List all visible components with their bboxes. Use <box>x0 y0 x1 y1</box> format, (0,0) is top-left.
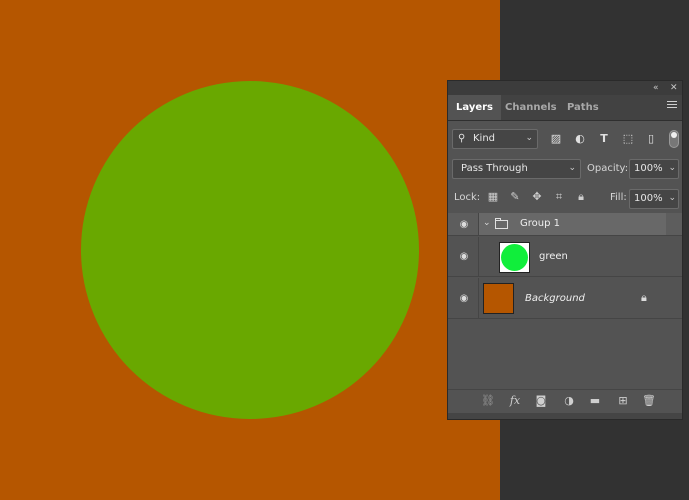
layer-row-background[interactable]: ◉ Background 🔒︎ <box>448 278 682 319</box>
chevron-down-icon[interactable]: ⌄ <box>668 163 676 173</box>
panel-bottom-edge <box>448 413 682 419</box>
visibility-cell[interactable]: ◉ <box>448 237 479 276</box>
chevron-down-icon[interactable]: ⌄ <box>668 193 676 203</box>
layer-row-green[interactable]: ◉ green <box>448 237 682 277</box>
smart-object-filter-icon[interactable]: ▯ <box>644 132 658 146</box>
blend-mode-select[interactable]: Pass Through ⌄ <box>452 159 581 179</box>
layers-bottom-toolbar: ⛓ fx ◙ ◑ ▬ ⊞ 🗑︎ <box>448 389 682 413</box>
tab-paths[interactable]: Paths <box>559 95 607 120</box>
filter-toggle[interactable] <box>669 130 679 148</box>
new-layer-icon[interactable]: ⊞ <box>616 394 630 408</box>
chevron-down-icon: ⌄ <box>568 163 576 173</box>
lock-artboard-icon[interactable]: ⌗ <box>552 190 566 204</box>
chevron-down-icon: ⌄ <box>525 133 533 143</box>
panel-titlebar[interactable]: « ✕ <box>448 81 682 95</box>
lock-icon[interactable]: 🔒︎ <box>641 291 647 305</box>
adjustment-layer-icon[interactable]: ◑ <box>562 394 576 408</box>
link-layers-icon[interactable]: ⛓ <box>481 394 495 408</box>
eye-icon[interactable]: ◉ <box>458 251 470 262</box>
shape-filter-icon[interactable]: ⬚ <box>621 132 635 146</box>
filter-kind-label: Kind <box>473 133 496 144</box>
opacity-label: Opacity: <box>587 163 629 174</box>
layer-list: ◉ ⌄ Group 1 ◉ green ◉ Background 🔒︎ <box>448 213 682 389</box>
green-circle-shape[interactable] <box>81 81 419 419</box>
double-chevron-icon[interactable]: « <box>653 82 659 94</box>
chevron-down-icon[interactable]: ⌄ <box>483 218 491 228</box>
fill-value: 100% <box>634 193 663 204</box>
trash-icon[interactable]: 🗑︎ <box>642 394 656 408</box>
panel-tabbar: Layers Channels Paths <box>448 95 682 121</box>
layer-row-group-1[interactable]: ◉ ⌄ Group 1 <box>448 213 682 236</box>
layer-thumbnail[interactable] <box>483 283 514 314</box>
fill-label: Fill: <box>610 192 627 203</box>
filter-row: ⚲ Kind ⌄ ▨ ◐ T ⬚ ▯ <box>448 129 682 151</box>
layer-name[interactable]: Background <box>525 293 585 304</box>
search-icon: ⚲ <box>458 133 466 144</box>
visibility-cell[interactable]: ◉ <box>448 213 479 235</box>
hamburger-menu-icon[interactable] <box>667 101 677 110</box>
layer-name[interactable]: green <box>539 251 568 262</box>
blend-mode-value: Pass Through <box>461 163 528 174</box>
fill-field[interactable]: 100% ⌄ <box>629 189 679 209</box>
close-icon[interactable]: ✕ <box>670 82 678 94</box>
lock-label: Lock: <box>454 192 481 203</box>
lock-transparency-icon[interactable]: ▦ <box>486 190 500 204</box>
layer-thumbnail[interactable] <box>499 242 530 273</box>
opacity-field[interactable]: 100% ⌄ <box>629 159 679 179</box>
opacity-value: 100% <box>634 163 663 174</box>
lock-row: Lock: ▦ ✎ ✥ ⌗ 🔒︎ Fill: 100% ⌄ <box>448 187 682 209</box>
blend-row: Pass Through ⌄ Opacity: 100% ⌄ <box>448 159 682 181</box>
lock-paint-icon[interactable]: ✎ <box>508 190 522 204</box>
tab-layers[interactable]: Layers <box>448 95 501 120</box>
visibility-cell[interactable]: ◉ <box>448 278 479 318</box>
lock-position-icon[interactable]: ✥ <box>530 190 544 204</box>
add-mask-icon[interactable]: ◙ <box>534 394 548 408</box>
eye-icon[interactable]: ◉ <box>458 293 470 304</box>
layer-name[interactable]: Group 1 <box>520 218 560 229</box>
new-group-icon[interactable]: ▬ <box>588 394 602 408</box>
document-canvas[interactable] <box>0 0 500 500</box>
filter-kind-select[interactable]: ⚲ Kind ⌄ <box>452 129 538 149</box>
fx-icon[interactable]: fx <box>508 394 522 408</box>
type-filter-icon[interactable]: T <box>597 132 611 146</box>
eye-icon[interactable]: ◉ <box>458 219 470 230</box>
folder-icon <box>495 218 508 229</box>
adjustment-filter-icon[interactable]: ◐ <box>573 132 587 146</box>
layers-panel: « ✕ Layers Channels Paths ⚲ Kind ⌄ ▨ ◐ T… <box>447 80 683 420</box>
lock-all-icon[interactable]: 🔒︎ <box>574 190 588 204</box>
tab-channels[interactable]: Channels <box>497 95 565 120</box>
image-filter-icon[interactable]: ▨ <box>549 132 563 146</box>
